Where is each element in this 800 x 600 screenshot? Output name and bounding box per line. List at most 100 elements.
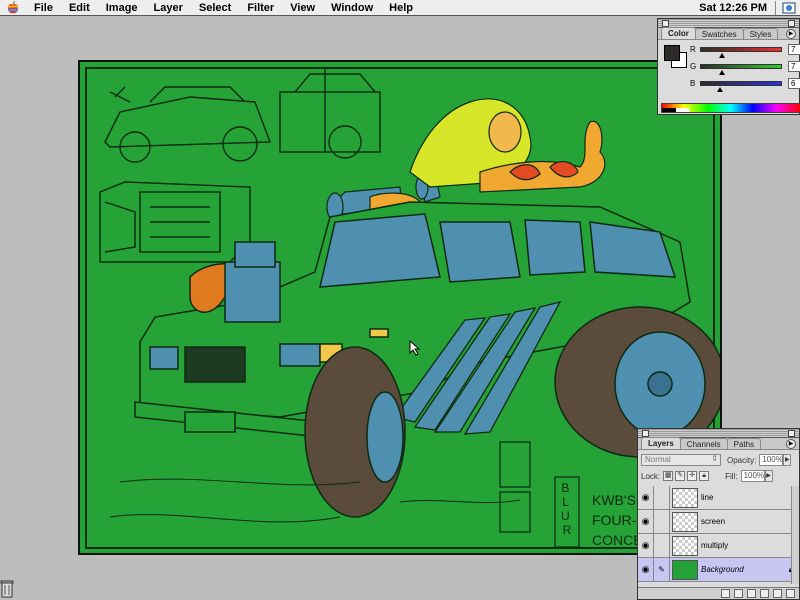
photoshop-app-icon[interactable] <box>778 0 800 16</box>
blue-slider-track[interactable] <box>700 81 782 86</box>
color-palette: Color Swatches Styles ▶ R 7 G 7 B 6 <box>657 18 800 115</box>
menu-layer[interactable]: Layer <box>146 0 191 16</box>
layer-link-cell[interactable] <box>654 533 670 558</box>
lock-all-icon[interactable]: 🔒︎ <box>699 471 710 481</box>
green-slider-track[interactable] <box>700 64 782 69</box>
layers-footer <box>638 587 799 599</box>
layers-scrollbar[interactable] <box>791 486 799 584</box>
layers-palette: Layers Channels Paths ▶ Normal Opacity: … <box>637 428 800 600</box>
layer-link-cell[interactable] <box>654 485 670 510</box>
blend-opacity-row: Normal Opacity: 100% ▶ <box>638 452 799 468</box>
channel-label-b: B <box>690 79 696 88</box>
layer-mask-icon[interactable] <box>734 589 743 598</box>
visibility-eye-icon[interactable]: ◉ <box>638 485 654 510</box>
blue-value-field[interactable]: 6 <box>788 78 800 89</box>
tab-color[interactable]: Color <box>661 27 696 39</box>
color-palette-tabs: Color Swatches Styles ▶ <box>658 27 799 40</box>
slider-blue: B 6 <box>690 78 800 92</box>
signature-letter-b: B <box>561 481 569 495</box>
fill-arrow-icon[interactable]: ▶ <box>764 470 773 482</box>
red-slider-thumb[interactable] <box>719 53 725 58</box>
layer-row-multiply[interactable]: ◉ multiply <box>638 533 799 558</box>
layer-name: Background <box>701 565 744 574</box>
palette-menu-arrow-icon[interactable]: ▶ <box>786 29 796 39</box>
lock-image-icon[interactable]: ✎ <box>675 471 686 481</box>
tab-swatches[interactable]: Swatches <box>694 28 744 39</box>
trash-layer-icon[interactable] <box>786 589 795 598</box>
menu-image[interactable]: Image <box>98 0 146 16</box>
slider-green: G 7 <box>690 61 800 75</box>
green-value-field[interactable]: 7 <box>788 61 800 72</box>
layer-name: multiply <box>701 541 729 550</box>
blend-mode-select[interactable]: Normal <box>641 454 721 466</box>
signature-text: B L U R <box>561 481 573 537</box>
layer-row-screen[interactable]: ◉ screen <box>638 509 799 534</box>
layers-palette-tabs: Layers Channels Paths ▶ <box>638 437 799 450</box>
lock-transparency-icon[interactable]: ▦ <box>663 471 674 481</box>
close-icon[interactable] <box>642 430 649 437</box>
visibility-eye-icon[interactable]: ◉ <box>638 557 654 582</box>
layer-thumbnail <box>672 511 698 532</box>
collapse-icon[interactable] <box>788 20 795 27</box>
close-icon[interactable] <box>662 20 669 27</box>
red-value-field[interactable]: 7 <box>788 44 800 55</box>
slider-red: R 7 <box>690 44 800 58</box>
menu-view[interactable]: View <box>282 0 323 16</box>
menubar-clock[interactable]: Sat 12:26 PM <box>693 2 773 14</box>
foreground-color-swatch[interactable] <box>664 45 680 61</box>
menu-select[interactable]: Select <box>191 0 239 16</box>
fill-label: Fill: <box>725 471 738 481</box>
artwork: B L U R KWB'S FOUR-R CONCE <box>85 67 720 549</box>
layer-name: line <box>701 493 714 502</box>
blue-slider-thumb[interactable] <box>717 87 723 92</box>
red-slider-track[interactable] <box>700 47 782 52</box>
visibility-eye-icon[interactable]: ◉ <box>638 533 654 558</box>
desktop-trash-icon[interactable] <box>0 580 14 598</box>
layer-thumbnail <box>672 559 698 580</box>
layer-thumbnail <box>672 535 698 556</box>
lock-fill-row: Lock: ▦ ✎ ✛ 🔒︎ Fill: 100% ▶ <box>638 468 799 484</box>
new-set-icon[interactable] <box>747 589 756 598</box>
adjustment-layer-icon[interactable] <box>760 589 769 598</box>
collapse-icon[interactable] <box>788 430 795 437</box>
menu-help[interactable]: Help <box>381 0 421 16</box>
menu-window[interactable]: Window <box>323 0 381 16</box>
opacity-field[interactable]: 100% <box>759 454 784 466</box>
caption-line-1: KWB'S <box>592 492 636 508</box>
lock-label: Lock: <box>641 471 661 481</box>
document-canvas[interactable]: B L U R KWB'S FOUR-R CONCE <box>78 60 722 555</box>
tab-styles[interactable]: Styles <box>742 28 779 39</box>
lock-position-icon[interactable]: ✛ <box>687 471 698 481</box>
signature-letter-u: U <box>561 509 570 523</box>
channel-label-r: R <box>690 45 696 54</box>
layer-style-icon[interactable] <box>721 589 730 598</box>
layer-list: ◉ line ◉ screen ◉ multiply ◉ ✎ Backgroun… <box>638 485 799 582</box>
layer-row-line[interactable]: ◉ line <box>638 485 799 510</box>
layer-link-cell[interactable] <box>654 509 670 534</box>
opacity-arrow-icon[interactable]: ▶ <box>783 454 792 466</box>
mouse-cursor-icon <box>409 340 421 356</box>
color-spectrum-ramp[interactable] <box>661 103 800 113</box>
menu-bar: File Edit Image Layer Select Filter View… <box>0 0 800 16</box>
new-layer-icon[interactable] <box>773 589 782 598</box>
signature-letter-r: R <box>563 523 572 537</box>
apple-menu-icon[interactable] <box>0 0 26 16</box>
menu-filter[interactable]: Filter <box>239 0 282 16</box>
tab-paths[interactable]: Paths <box>726 438 762 449</box>
tab-channels[interactable]: Channels <box>679 438 728 449</box>
tab-layers[interactable]: Layers <box>641 437 681 449</box>
brush-icon[interactable]: ✎ <box>654 557 670 582</box>
palette-menu-arrow-icon[interactable]: ▶ <box>786 439 796 449</box>
menu-edit[interactable]: Edit <box>61 0 98 16</box>
menu-file[interactable]: File <box>26 0 61 16</box>
green-slider-thumb[interactable] <box>719 70 725 75</box>
caption-line-3: CONCE <box>592 532 643 548</box>
layer-name: screen <box>701 517 726 526</box>
channel-label-g: G <box>690 62 697 71</box>
opacity-label: Opacity: <box>727 455 757 465</box>
layer-row-background[interactable]: ◉ ✎ Background 🔒︎ <box>638 557 799 582</box>
layer-thumbnail <box>672 487 698 508</box>
fill-field[interactable]: 100% <box>740 470 765 482</box>
signature-letter-l: L <box>562 495 569 509</box>
visibility-eye-icon[interactable]: ◉ <box>638 509 654 534</box>
